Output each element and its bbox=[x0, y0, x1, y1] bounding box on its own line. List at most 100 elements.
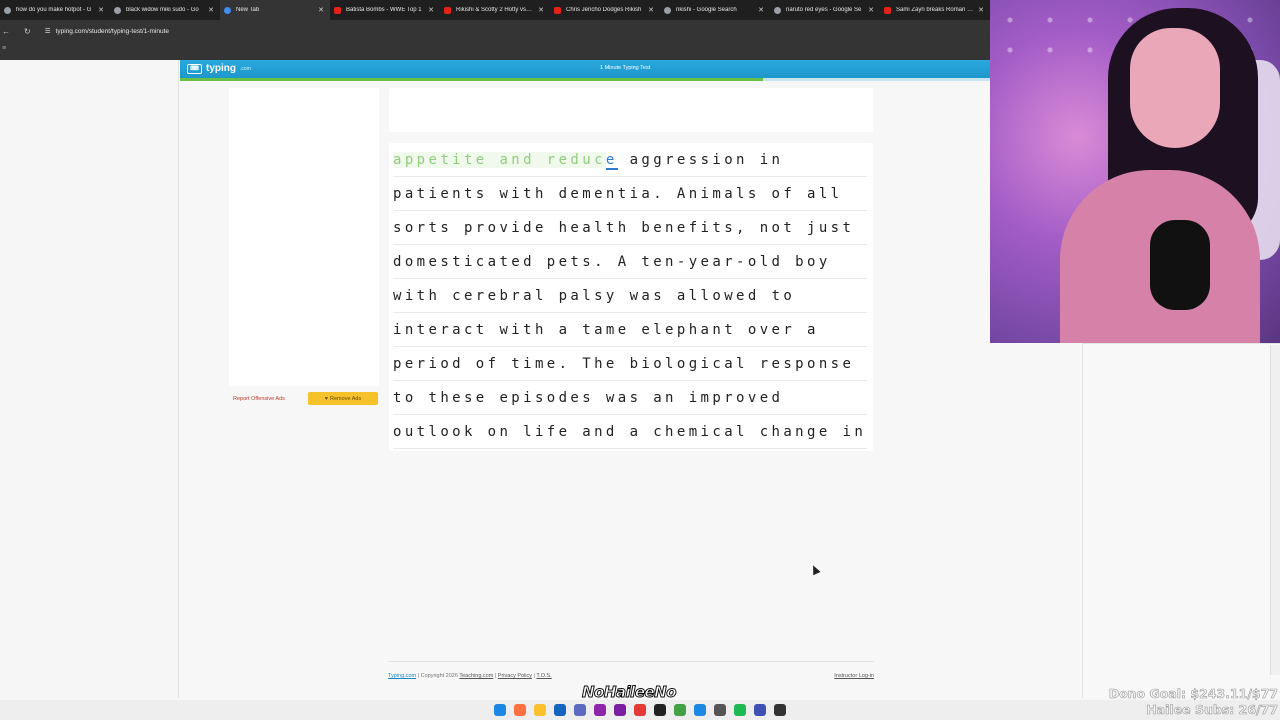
typing-line: domesticated pets. A ten-year-old boy bbox=[393, 245, 867, 279]
folder-icon[interactable] bbox=[534, 704, 546, 716]
teams-icon[interactable] bbox=[694, 704, 706, 716]
start-icon[interactable] bbox=[494, 704, 506, 716]
untyped-text: outlook on life and a chemical change in bbox=[393, 424, 867, 440]
apps-icon[interactable]: ≡ bbox=[2, 45, 6, 52]
stats-box bbox=[389, 88, 873, 132]
footer-brand-link[interactable]: Typing.com bbox=[388, 673, 416, 679]
youtube-icon[interactable] bbox=[634, 704, 646, 716]
streamer-face bbox=[1130, 28, 1220, 148]
browser-tab[interactable]: New Tab ✕ bbox=[220, 0, 330, 20]
right-gutter bbox=[1083, 343, 1280, 698]
site-header: ⌨ typing .com 1 Minute Typing Test bbox=[180, 60, 990, 78]
back-icon[interactable]: ← bbox=[2, 27, 10, 36]
cursor-char: e bbox=[605, 152, 618, 170]
youtube-icon bbox=[884, 6, 891, 14]
footer-privacy-link[interactable]: Privacy Policy bbox=[498, 673, 532, 679]
copilot-icon[interactable] bbox=[514, 704, 526, 716]
test-progress-fill bbox=[180, 78, 764, 81]
stream-logo: NoHaileeNo bbox=[581, 683, 677, 702]
footer-tos-link[interactable]: T.O.S. bbox=[536, 673, 551, 679]
stream-goals: Dono Goal: $243.11/$77 Hailee Subs: 26/7… bbox=[1108, 686, 1278, 718]
ad-slot bbox=[229, 88, 379, 386]
close-tab-icon[interactable]: ✕ bbox=[98, 6, 104, 14]
test-title: 1 Minute Typing Test bbox=[600, 65, 651, 71]
typing-logo[interactable]: ⌨ typing .com bbox=[187, 63, 251, 74]
tab-title: Batista Bombs - WWE Top 1 bbox=[346, 7, 422, 13]
test-progress-bar bbox=[180, 78, 990, 81]
typing-line: outlook on life and a chemical change in bbox=[393, 415, 867, 449]
browser-tab[interactable]: how do you make hotpot - G ✕ bbox=[0, 0, 110, 20]
close-tab-icon[interactable]: ✕ bbox=[318, 6, 324, 14]
browser-tab[interactable]: Rikishi & Scotty 2 Hotty vs. R ✕ bbox=[440, 0, 550, 20]
youtube-icon bbox=[554, 6, 561, 14]
app-icon[interactable] bbox=[754, 704, 766, 716]
spotify-icon[interactable] bbox=[734, 704, 746, 716]
subs-goal: Hailee Subs: 26/77 bbox=[1146, 702, 1278, 718]
instructor-login-link[interactable]: Instructor Log-in bbox=[834, 673, 874, 679]
side-scrollbar[interactable] bbox=[1270, 345, 1280, 675]
footer-teaching-link[interactable]: Teaching.com bbox=[459, 673, 493, 679]
untyped-text: domesticated pets. A ten-year-old boy bbox=[393, 254, 831, 270]
close-tab-icon[interactable]: ✕ bbox=[208, 6, 214, 14]
google-icon bbox=[664, 6, 671, 14]
tab-title: Rikishi & Scotty 2 Hotty vs. R bbox=[456, 7, 534, 13]
footer-left: Typing.com | Copyright 2026 Teaching.com… bbox=[388, 673, 552, 679]
mail-icon[interactable] bbox=[554, 704, 566, 716]
remove-ads-button[interactable]: ♥ Remove Ads bbox=[308, 392, 378, 405]
report-offensive-ads-link[interactable]: Report Offensive Ads bbox=[233, 396, 285, 402]
browser-tab[interactable]: Chris Jericho Dodges Rikish ✕ bbox=[550, 0, 660, 20]
tab-title: Chris Jericho Dodges Rikish bbox=[566, 7, 642, 13]
browser-tab[interactable]: Sami Zayn breaks Roman Re ✕ bbox=[880, 0, 990, 20]
xbox-icon[interactable] bbox=[774, 704, 786, 716]
youtube-icon bbox=[444, 6, 451, 14]
browser-tab-bar: how do you make hotpot - G ✕ black widow m… bbox=[0, 0, 990, 20]
url-field[interactable]: ☰ typing.com/student/typing-test/1-minut… bbox=[45, 27, 169, 36]
browser-tab[interactable]: Batista Bombs - WWE Top 1 ✕ bbox=[330, 0, 440, 20]
tab-title: black widow miki sudo - Go bbox=[126, 7, 199, 13]
typing-text-area[interactable]: appetite and reduce aggression in patient… bbox=[389, 143, 873, 451]
typed-text: appetite and reduc bbox=[393, 152, 606, 168]
untyped-text: interact with a tame elephant over a bbox=[393, 322, 819, 338]
app-icon[interactable] bbox=[594, 704, 606, 716]
close-tab-icon[interactable]: ✕ bbox=[648, 6, 654, 14]
microphone bbox=[1150, 220, 1210, 310]
tab-title: Sami Zayn breaks Roman Re bbox=[896, 7, 974, 13]
address-bar: ← ↻ ☰ typing.com/student/typing-test/1-m… bbox=[0, 20, 990, 42]
logo-text: typing bbox=[206, 63, 236, 74]
url-text: typing.com/student/typing-test/1-minute bbox=[55, 27, 169, 35]
google-icon bbox=[4, 6, 11, 14]
close-tab-icon[interactable]: ✕ bbox=[758, 6, 764, 14]
bookmarks-bar: ≡ bbox=[0, 42, 990, 60]
webcam-overlay bbox=[990, 0, 1280, 343]
twitch-icon[interactable] bbox=[614, 704, 626, 716]
untyped-text: patients with dementia. Animals of all bbox=[393, 186, 843, 202]
browser-tab[interactable]: naruto red eyes - Google Se ✕ bbox=[770, 0, 880, 20]
edge-icon[interactable] bbox=[574, 704, 586, 716]
footer-copyright: | Copyright 2026 bbox=[417, 673, 458, 679]
tab-title: New Tab bbox=[236, 7, 260, 13]
heart-icon: ♥ bbox=[324, 395, 329, 402]
logo-suffix: .com bbox=[240, 65, 251, 72]
close-tab-icon[interactable]: ✕ bbox=[428, 6, 434, 14]
close-tab-icon[interactable]: ✕ bbox=[868, 6, 874, 14]
site-footer: Typing.com | Copyright 2026 Teaching.com… bbox=[388, 661, 874, 679]
typing-line: appetite and reduce aggression in bbox=[393, 143, 867, 177]
remove-ads-label: Remove Ads bbox=[330, 395, 362, 402]
app-icon[interactable] bbox=[674, 704, 686, 716]
untyped-text: aggression in bbox=[617, 152, 784, 168]
browser-tab[interactable]: rikishi - Google Search ✕ bbox=[660, 0, 770, 20]
tab-title: rikishi - Google Search bbox=[676, 7, 737, 13]
steam-icon[interactable] bbox=[714, 704, 726, 716]
x-icon[interactable] bbox=[654, 704, 666, 716]
typing-line: sorts provide health benefits, not just bbox=[393, 211, 867, 245]
typing-line: with cerebral palsy was allowed to bbox=[393, 279, 867, 313]
site-info-icon[interactable]: ☰ bbox=[45, 27, 51, 35]
reload-icon[interactable]: ↻ bbox=[24, 27, 31, 36]
close-tab-icon[interactable]: ✕ bbox=[978, 6, 984, 14]
browser-tab[interactable]: black widow miki sudo - Go ✕ bbox=[110, 0, 220, 20]
untyped-text: sorts provide health benefits, not just bbox=[393, 220, 855, 236]
tab-title: naruto red eyes - Google Se bbox=[786, 7, 862, 13]
taskbar bbox=[0, 700, 1280, 720]
close-tab-icon[interactable]: ✕ bbox=[538, 6, 544, 14]
untyped-text: to these episodes was an improved bbox=[393, 390, 784, 406]
